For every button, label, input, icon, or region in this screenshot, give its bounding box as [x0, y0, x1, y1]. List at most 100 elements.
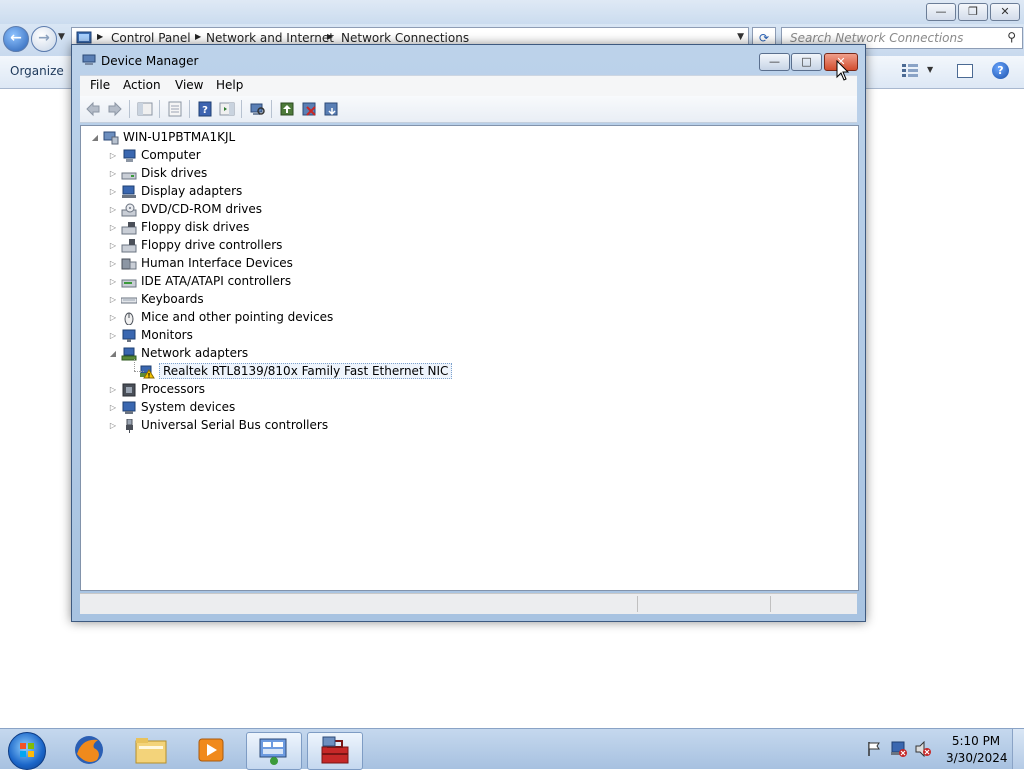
explorer-close-button[interactable]: ✕ [990, 3, 1020, 21]
monitor-icon [122, 329, 136, 342]
collapse-arrow-icon[interactable]: ◢ [109, 349, 117, 358]
help-book-icon[interactable]: ? [197, 101, 213, 117]
expand-arrow-icon[interactable]: ▷ [109, 277, 117, 286]
start-button[interactable] [8, 732, 46, 770]
expand-arrow-icon[interactable]: ▷ [109, 421, 117, 430]
menu-help[interactable]: Help [216, 78, 243, 92]
taskbar-media-player[interactable] [184, 732, 238, 768]
action-pane-icon[interactable] [219, 101, 235, 117]
breadcrumb-control-panel[interactable]: Control Panel [111, 31, 191, 45]
toolbar-separator [271, 100, 272, 118]
system-devices-icon [122, 401, 136, 414]
taskbar-control-panel[interactable] [246, 732, 302, 770]
menu-action[interactable]: Action [123, 78, 161, 92]
tree-label: Disk drives [141, 166, 208, 180]
tree-label: Computer [141, 148, 201, 162]
expand-arrow-icon[interactable]: ▷ [109, 205, 117, 214]
tree-label: Floppy disk drives [141, 220, 250, 234]
expand-arrow-icon[interactable]: ▷ [109, 331, 117, 340]
expand-arrow-icon[interactable]: ▷ [109, 223, 117, 232]
tree-label-selected: Realtek RTL8139/810x Family Fast Etherne… [159, 363, 453, 379]
window-title: Device Manager [101, 54, 199, 68]
taskbar-device-manager[interactable] [307, 732, 363, 770]
expand-arrow-icon[interactable]: ▷ [109, 187, 117, 196]
organize-button[interactable]: Organize [10, 64, 64, 78]
maximize-button[interactable]: □ [791, 53, 822, 71]
expand-arrow-icon[interactable]: ▷ [109, 295, 117, 304]
change-view-icon[interactable] [902, 63, 918, 77]
show-desktop-button[interactable] [1012, 729, 1024, 769]
toolbar-separator [189, 100, 190, 118]
tree-label: Keyboards [141, 292, 204, 306]
tree-label: Universal Serial Bus controllers [141, 418, 329, 432]
explorer-minimize-button[interactable]: — [926, 3, 956, 21]
floppy-controller-icon [121, 239, 137, 253]
device-manager-icon [82, 54, 96, 65]
device-manager-toolbox-icon [321, 736, 349, 764]
update-driver-icon[interactable] [279, 101, 295, 117]
tree-label: IDE ATA/ATAPI controllers [141, 274, 292, 288]
breadcrumb-separator: ▶ [327, 32, 334, 41]
toolbar: ? [80, 96, 857, 123]
taskbar-explorer[interactable] [124, 732, 178, 768]
toolbar-separator [241, 100, 242, 118]
search-placeholder: Search Network Connections [790, 31, 964, 45]
scan-hardware-icon[interactable] [249, 101, 265, 117]
taskbar: 5:10 PM 3/30/2024 [0, 728, 1024, 770]
device-manager-window: Device Manager — □ ✕ File Action View He… [71, 44, 866, 622]
status-divider [637, 596, 638, 612]
tree-label: Human Interface Devices [141, 256, 293, 270]
tree-label: System devices [141, 400, 236, 414]
device-manager-titlebar[interactable]: Device Manager — □ ✕ [72, 45, 865, 75]
expand-arrow-icon[interactable]: ▷ [109, 169, 117, 178]
computer-icon [123, 149, 136, 162]
forward-arrow-icon[interactable] [107, 101, 123, 117]
breadcrumb-network-internet[interactable]: Network and Internet [206, 31, 334, 45]
tree-label: Mice and other pointing devices [141, 310, 334, 324]
minimize-button[interactable]: — [759, 53, 790, 71]
address-dropdown-icon[interactable]: ▼ [737, 32, 744, 42]
expand-arrow-icon[interactable]: ▷ [109, 241, 117, 250]
menu-bar: File Action View Help [80, 75, 857, 96]
ide-controller-icon [121, 279, 137, 288]
volume-muted-icon[interactable] [914, 741, 932, 757]
help-icon[interactable]: ? [992, 62, 1009, 79]
status-bar [80, 593, 857, 614]
view-options-dropdown-icon[interactable]: ▼ [927, 65, 933, 74]
back-button[interactable]: ← [3, 26, 29, 52]
collapse-arrow-icon[interactable]: ◢ [91, 133, 99, 142]
taskbar-firefox[interactable] [62, 732, 116, 768]
expand-arrow-icon[interactable]: ▷ [109, 313, 117, 322]
menu-file[interactable]: File [90, 78, 110, 92]
expand-arrow-icon[interactable]: ▷ [109, 151, 117, 160]
show-hide-console-tree-icon[interactable] [137, 101, 153, 117]
preview-pane-icon[interactable] [957, 64, 973, 78]
back-arrow-icon[interactable] [85, 101, 101, 117]
folder-icon [135, 738, 167, 764]
tree-label: Floppy drive controllers [141, 238, 283, 252]
recent-pages-dropdown-icon[interactable]: ▼ [58, 32, 65, 42]
toolbar-separator [129, 100, 130, 118]
disable-device-icon[interactable] [301, 101, 317, 117]
root-computer-name: WIN-U1PBTMA1KJL [123, 130, 236, 144]
network-error-icon[interactable] [890, 740, 908, 758]
device-tree[interactable]: ◢ WIN-U1PBTMA1KJL ▷ Computer ▷ Disk driv… [80, 125, 859, 591]
firefox-icon [75, 736, 103, 764]
tree-label: DVD/CD-ROM drives [141, 202, 263, 216]
expand-arrow-icon[interactable]: ▷ [109, 403, 117, 412]
expand-arrow-icon[interactable]: ▷ [109, 385, 117, 394]
svg-text:!: ! [148, 373, 151, 380]
forward-button[interactable]: → [31, 26, 57, 52]
uninstall-device-icon[interactable] [323, 101, 339, 117]
menu-view[interactable]: View [175, 78, 203, 92]
action-center-flag-icon[interactable] [866, 741, 882, 757]
breadcrumb-separator: ▶ [195, 32, 202, 41]
breadcrumb-network-connections[interactable]: Network Connections [341, 31, 469, 45]
properties-icon[interactable] [167, 101, 183, 117]
keyboard-icon [121, 297, 137, 304]
tree-connector-line [134, 371, 144, 373]
tree-connector-line [134, 359, 136, 371]
usb-icon [126, 419, 133, 433]
expand-arrow-icon[interactable]: ▷ [109, 259, 117, 268]
explorer-restore-button[interactable]: ❐ [958, 3, 988, 21]
